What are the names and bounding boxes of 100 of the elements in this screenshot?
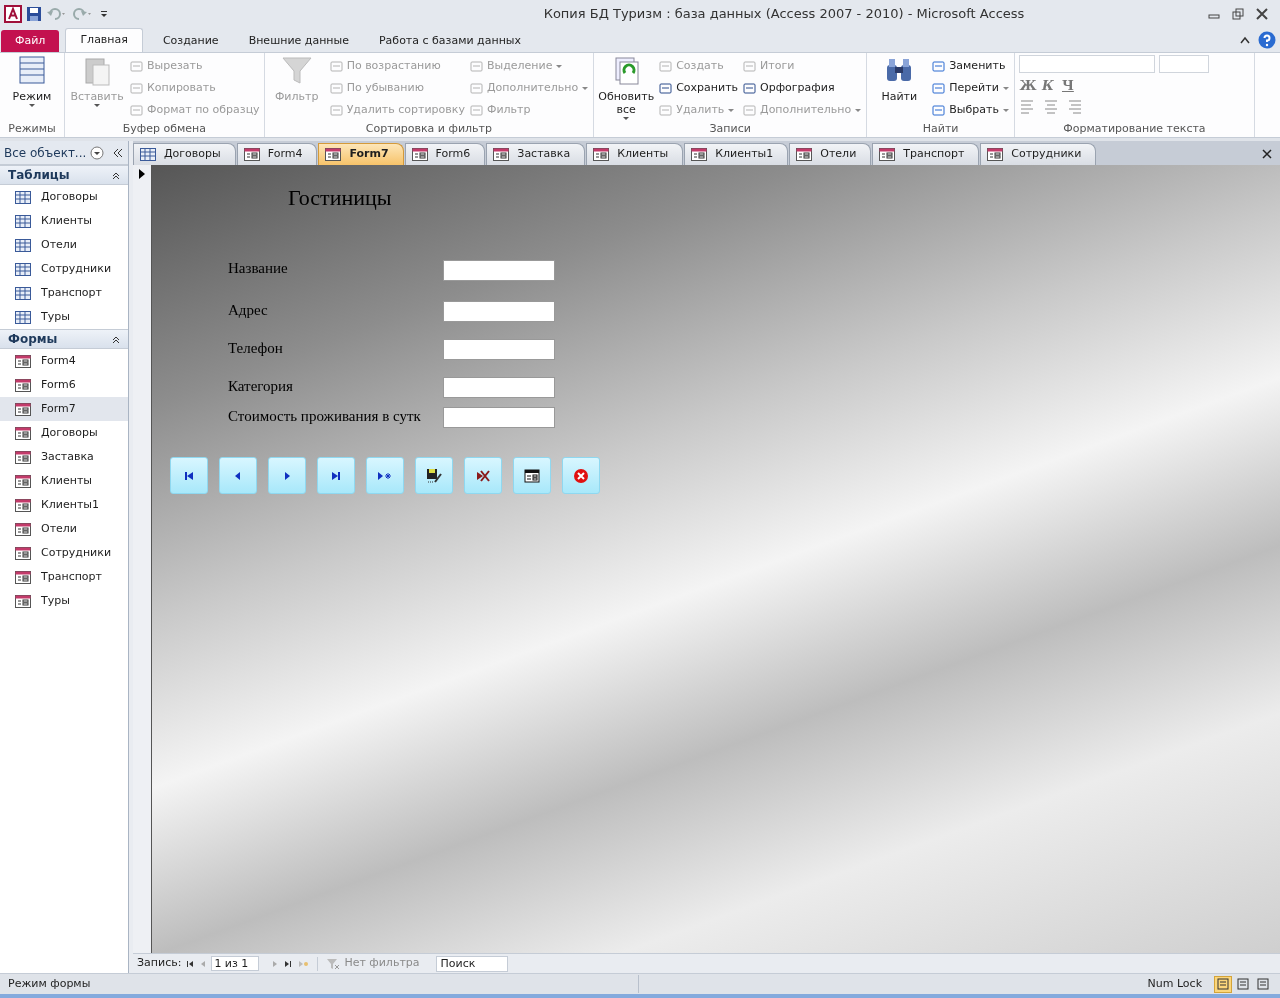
form-button[interactable] — [464, 457, 502, 494]
caret-icon — [622, 116, 631, 121]
filter-icon[interactable] — [326, 957, 341, 970]
record-number-field[interactable]: 1 из 1 — [211, 956, 260, 971]
form-button[interactable] — [513, 457, 551, 494]
document-tab[interactable]: Form4 — [236, 143, 318, 165]
view-button[interactable] — [1234, 975, 1252, 993]
command-icon — [742, 58, 758, 74]
nav-item[interactable]: Транспорт — [0, 565, 128, 589]
nav-item[interactable]: Form7 — [0, 397, 128, 421]
ribbon-button[interactable]: Обновить все — [598, 55, 655, 121]
nav-item[interactable]: Туры — [0, 589, 128, 613]
nav-item[interactable]: Клиенты — [0, 469, 128, 493]
caret-icon — [93, 103, 101, 108]
ribbon-button[interactable]: Сохранить — [658, 77, 739, 99]
form-icon — [15, 450, 31, 464]
ribbon-group-label: Буфер обмена — [121, 121, 207, 137]
view-button[interactable] — [1214, 975, 1232, 993]
nav-item[interactable]: Клиенты1 — [0, 493, 128, 517]
form-icon — [493, 148, 510, 161]
form-icon — [15, 426, 31, 440]
ribbon-tab[interactable]: Создание — [148, 30, 233, 52]
nav-item[interactable]: Отели — [0, 517, 128, 541]
nav-group-header[interactable]: Таблицы — [0, 165, 128, 185]
nav-item[interactable]: Сотрудники — [0, 541, 128, 565]
form-icon — [796, 148, 813, 161]
nav-item[interactable]: Клиенты — [0, 209, 128, 233]
ribbon-button[interactable]: Найти — [871, 55, 928, 103]
text-field[interactable] — [443, 407, 555, 428]
text-field[interactable] — [443, 339, 555, 360]
collapse-pane-icon[interactable] — [112, 147, 124, 158]
table-icon — [15, 286, 31, 300]
nav-item[interactable]: Туры — [0, 305, 128, 329]
ribbon-tab[interactable]: Главная — [65, 28, 143, 52]
document-tab[interactable]: Отели — [789, 143, 872, 165]
document-tab[interactable]: Заставка — [486, 143, 586, 165]
nav-group-header[interactable]: Формы — [0, 329, 128, 349]
help-icon[interactable] — [1258, 31, 1276, 49]
form-button[interactable] — [317, 457, 355, 494]
font-name-field[interactable] — [1018, 55, 1155, 73]
text-field[interactable] — [443, 260, 555, 281]
caret-icon — [727, 107, 736, 113]
nav-item[interactable]: Договоры — [0, 185, 128, 209]
nav-item[interactable]: Form4 — [0, 349, 128, 373]
nav-item[interactable]: Отели — [0, 233, 128, 257]
view-button[interactable] — [1254, 975, 1272, 993]
record-selector[interactable] — [133, 165, 152, 953]
form-icon — [15, 402, 31, 416]
nav-item[interactable]: Договоры — [0, 421, 128, 445]
restore-icon[interactable] — [1232, 8, 1244, 20]
search-field[interactable]: Поиск — [435, 955, 508, 972]
align-right-icon[interactable] — [1066, 99, 1083, 115]
font-size-field[interactable] — [1158, 55, 1209, 73]
ribbon-button[interactable]: Перейти — [931, 77, 1010, 99]
text-field[interactable] — [443, 377, 555, 398]
ribbon-tab[interactable]: Работа с базами данных — [365, 30, 536, 52]
align-left-icon[interactable] — [1018, 99, 1035, 115]
document-tab[interactable]: Клиенты1 — [684, 143, 789, 165]
ribbon-group-label: Форматирование текста — [1062, 121, 1207, 137]
close-icon[interactable] — [1262, 149, 1272, 159]
document-tab[interactable]: Клиенты — [586, 143, 684, 165]
caret-icon — [581, 85, 590, 91]
collapse-icon — [112, 334, 120, 344]
form-button[interactable] — [170, 457, 208, 494]
app-logo-icon[interactable] — [4, 5, 22, 23]
design-view-icon — [1257, 978, 1269, 990]
command-icon — [328, 80, 344, 96]
save-icon[interactable] — [26, 6, 42, 22]
ribbon-tab[interactable]: Внешние данные — [234, 30, 363, 52]
caret-icon — [555, 63, 564, 69]
form-button[interactable] — [415, 457, 453, 494]
form-icon — [691, 148, 708, 161]
dropdown-icon[interactable] — [90, 145, 105, 160]
ribbon-button[interactable]: Режим — [4, 55, 60, 108]
document-tab[interactable]: Транспорт — [872, 143, 980, 165]
nav-item[interactable]: Form6 — [0, 373, 128, 397]
align-center-icon[interactable] — [1042, 99, 1059, 115]
ribbon-button[interactable]: Заменить — [931, 55, 1010, 77]
ribbon-button[interactable]: Выбрать — [931, 99, 1010, 121]
first-record-icon[interactable] — [185, 958, 196, 969]
nav-item[interactable]: Сотрудники — [0, 257, 128, 281]
document-tab[interactable]: Form6 — [404, 143, 486, 165]
last-record-icon[interactable] — [283, 958, 294, 969]
collapse-ribbon-icon[interactable] — [1240, 36, 1250, 44]
field-label: Стоимость проживания в сутк — [228, 407, 421, 426]
nav-item[interactable]: Заставка — [0, 445, 128, 469]
caret-icon — [28, 103, 36, 108]
form-icon — [411, 148, 428, 161]
document-tab[interactable]: Сотрудники — [980, 143, 1097, 165]
ribbon-group-label: Найти — [921, 121, 960, 137]
command-icon — [129, 58, 144, 74]
nav-item[interactable]: Транспорт — [0, 281, 128, 305]
close-icon[interactable] — [1256, 8, 1268, 20]
record-label: Запись: — [137, 955, 182, 972]
text-field[interactable] — [443, 301, 555, 322]
form-view-icon — [1217, 978, 1229, 990]
ribbon-tab[interactable]: Файл — [1, 30, 60, 52]
document-tab[interactable]: Договоры — [133, 143, 236, 165]
ribbon-button[interactable]: Орфография — [742, 77, 863, 99]
document-tab[interactable]: Form7 — [318, 143, 404, 165]
